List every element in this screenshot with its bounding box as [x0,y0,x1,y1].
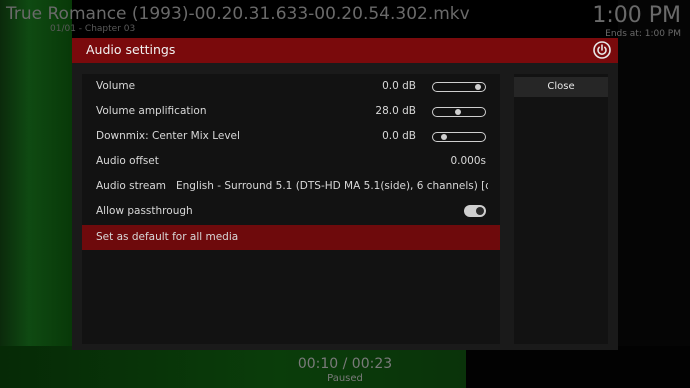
audio-settings-dialog: Audio settings Volume 0.0 dB Volume ampl… [72,38,618,350]
setting-label: Volume [96,80,136,92]
setting-label: Audio offset [96,155,159,167]
setting-downmix-center[interactable]: Downmix: Center Mix Level 0.0 dB [82,124,500,149]
setting-audio-offset[interactable]: Audio offset 0.000s [82,149,500,174]
toggle-knob [476,207,484,215]
setting-value: 0.0 dB [382,80,416,92]
passthrough-toggle[interactable] [464,205,486,217]
setting-label: Downmix: Center Mix Level [96,130,240,142]
video-background-left [0,0,72,350]
power-icon[interactable] [593,41,611,59]
settings-list: Volume 0.0 dB Volume amplification 28.0 … [82,74,500,344]
setting-label: Audio stream [96,180,166,192]
slider-knob[interactable] [474,84,481,90]
clock: 1:00 PM [592,3,681,28]
setting-value: 0.0 dB [382,130,416,142]
setting-label: Set as default for all media [96,231,239,243]
volume-slider[interactable] [432,82,486,92]
audio-stream-text: Audio stream English - Surround 5.1 (DTS… [96,180,488,192]
amplification-slider[interactable] [432,107,486,117]
slider-knob[interactable] [441,134,448,140]
dialog-title: Audio settings [86,42,176,57]
playback-state: Paused [327,373,363,384]
setting-audio-stream[interactable]: Audio stream English - Surround 5.1 (DTS… [82,174,500,199]
playback-time: 00:10 / 00:23 [297,356,393,372]
set-default-button[interactable]: Set as default for all media [82,225,500,250]
setting-value: English - Surround 5.1 (DTS-HD MA 5.1(si… [176,180,488,192]
dialog-header: Audio settings [72,38,618,63]
setting-value: 28.0 dB [375,105,416,117]
dialog-side-panel: Close [514,74,608,344]
slider-knob[interactable] [454,109,461,115]
chapter-label: 01/01 - Chapter 03 [50,24,136,34]
file-title: True Romance (1993)-00.20.31.633-00.20.5… [6,4,470,24]
video-background-right [618,0,690,350]
center-mix-slider[interactable] [432,132,486,142]
setting-label: Allow passthrough [96,205,193,217]
setting-allow-passthrough[interactable]: Allow passthrough [82,199,500,224]
setting-volume[interactable]: Volume 0.0 dB [82,74,500,99]
setting-label: Volume amplification [96,105,207,117]
close-button[interactable]: Close [514,77,608,97]
setting-volume-amplification[interactable]: Volume amplification 28.0 dB [82,99,500,124]
setting-value: 0.000s [450,155,486,167]
